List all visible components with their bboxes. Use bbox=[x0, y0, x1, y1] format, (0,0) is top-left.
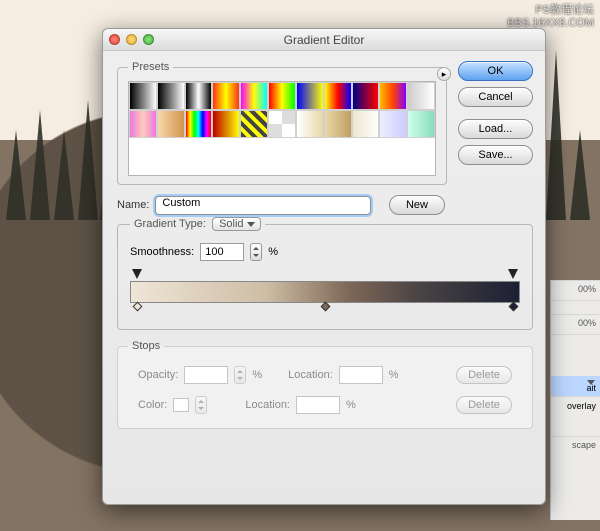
color-stop-3[interactable] bbox=[508, 303, 518, 313]
gradient-type-fieldset: Gradient Type: Solid Smoothness: 100 % bbox=[117, 215, 533, 330]
smoothness-stepper[interactable] bbox=[250, 243, 262, 261]
color-location-label: Location: bbox=[245, 399, 290, 411]
gradient-type-legend: Gradient Type: Solid bbox=[130, 215, 265, 233]
color-stop-2[interactable] bbox=[320, 303, 330, 313]
name-label: Name: bbox=[117, 199, 149, 211]
load-button[interactable]: Load... bbox=[458, 119, 533, 139]
preset-swatch[interactable] bbox=[212, 82, 240, 110]
preset-swatch[interactable] bbox=[185, 82, 213, 110]
smoothness-unit: % bbox=[268, 246, 278, 258]
smoothness-label: Smoothness: bbox=[130, 246, 194, 258]
color-stop-row: Color: Location: % Delete bbox=[128, 390, 522, 420]
preset-swatch[interactable] bbox=[324, 110, 352, 138]
color-location-input[interactable] bbox=[296, 396, 340, 414]
opacity-stop-right[interactable] bbox=[508, 269, 518, 279]
opacity-stops-row[interactable] bbox=[130, 269, 520, 281]
preset-swatch[interactable] bbox=[407, 82, 435, 110]
opacity-readout: 00% bbox=[551, 280, 600, 300]
gradient-bar[interactable] bbox=[130, 281, 520, 303]
opacity-stop-row: Opacity: % Location: % Delete bbox=[128, 360, 522, 390]
preset-swatch[interactable] bbox=[240, 82, 268, 110]
layer-row[interactable]: scape bbox=[551, 436, 600, 456]
opacity-stop-left[interactable] bbox=[132, 269, 142, 279]
preset-swatch[interactable] bbox=[352, 110, 380, 138]
opacity-delete-button[interactable]: Delete bbox=[456, 366, 512, 384]
preset-swatch[interactable] bbox=[296, 82, 324, 110]
smoothness-input[interactable]: 100 bbox=[200, 243, 244, 261]
window-title: Gradient Editor bbox=[103, 33, 545, 47]
layers-panel-peek: 00% 00% ait overlay scape bbox=[550, 280, 600, 520]
gradient-editor-dialog: Gradient Editor OK Cancel Load... Save..… bbox=[102, 28, 546, 505]
titlebar[interactable]: Gradient Editor bbox=[103, 29, 545, 51]
dialog-buttons: OK Cancel Load... Save... bbox=[458, 61, 533, 165]
color-location-unit: % bbox=[346, 399, 356, 411]
opacity-input[interactable] bbox=[184, 366, 228, 384]
ok-button[interactable]: OK bbox=[458, 61, 533, 81]
presets-label: Presets bbox=[128, 61, 173, 73]
preset-swatch[interactable] bbox=[129, 82, 157, 110]
watermark-line1: PS教程论坛 bbox=[507, 4, 594, 17]
opacity-unit: % bbox=[252, 369, 262, 381]
color-stepper[interactable] bbox=[195, 396, 207, 414]
preset-swatch[interactable] bbox=[379, 110, 407, 138]
preset-swatch[interactable] bbox=[296, 110, 324, 138]
gradient-type-select[interactable]: Solid bbox=[212, 217, 260, 231]
color-swatch[interactable] bbox=[173, 398, 189, 412]
layer-row-selected[interactable]: ait overlay bbox=[551, 376, 600, 396]
preset-swatch[interactable] bbox=[379, 82, 407, 110]
watermark: PS教程论坛 BBS.16XX8.COM bbox=[507, 4, 594, 30]
new-button[interactable]: New bbox=[389, 195, 445, 215]
opacity-location-input[interactable] bbox=[339, 366, 383, 384]
smoothness-row: Smoothness: 100 % bbox=[130, 243, 520, 261]
stops-fieldset: Stops Opacity: % Location: % Delete Colo… bbox=[117, 340, 533, 429]
preset-swatch[interactable] bbox=[352, 82, 380, 110]
opacity-label: Opacity: bbox=[138, 369, 178, 381]
preset-swatch[interactable] bbox=[212, 110, 240, 138]
cancel-button[interactable]: Cancel bbox=[458, 87, 533, 107]
preset-swatch[interactable] bbox=[157, 110, 185, 138]
preset-swatch[interactable] bbox=[268, 110, 296, 138]
preset-swatch[interactable] bbox=[268, 82, 296, 110]
presets-flyout-icon[interactable]: ▸ bbox=[437, 67, 451, 81]
color-stop-1[interactable] bbox=[132, 303, 142, 313]
preset-swatch[interactable] bbox=[129, 110, 157, 138]
fill-readout: 00% bbox=[551, 314, 600, 334]
name-input[interactable]: Custom bbox=[155, 196, 371, 215]
preset-swatch[interactable] bbox=[185, 110, 213, 138]
preset-swatch[interactable] bbox=[157, 82, 185, 110]
preset-swatch[interactable] bbox=[324, 82, 352, 110]
color-label: Color: bbox=[138, 399, 167, 411]
opacity-location-unit: % bbox=[389, 369, 399, 381]
color-stops-row[interactable] bbox=[130, 303, 520, 315]
name-row: Name: Custom New bbox=[117, 195, 445, 215]
preset-swatch[interactable] bbox=[407, 110, 435, 138]
presets-fieldset: Presets bbox=[117, 61, 447, 185]
gradient-preview-area bbox=[130, 269, 520, 315]
preset-swatch[interactable] bbox=[240, 110, 268, 138]
save-button[interactable]: Save... bbox=[458, 145, 533, 165]
opacity-stepper[interactable] bbox=[234, 366, 246, 384]
stops-label: Stops bbox=[128, 340, 164, 352]
opacity-location-label: Location: bbox=[288, 369, 333, 381]
color-delete-button[interactable]: Delete bbox=[456, 396, 512, 414]
presets-grid[interactable] bbox=[128, 81, 436, 176]
